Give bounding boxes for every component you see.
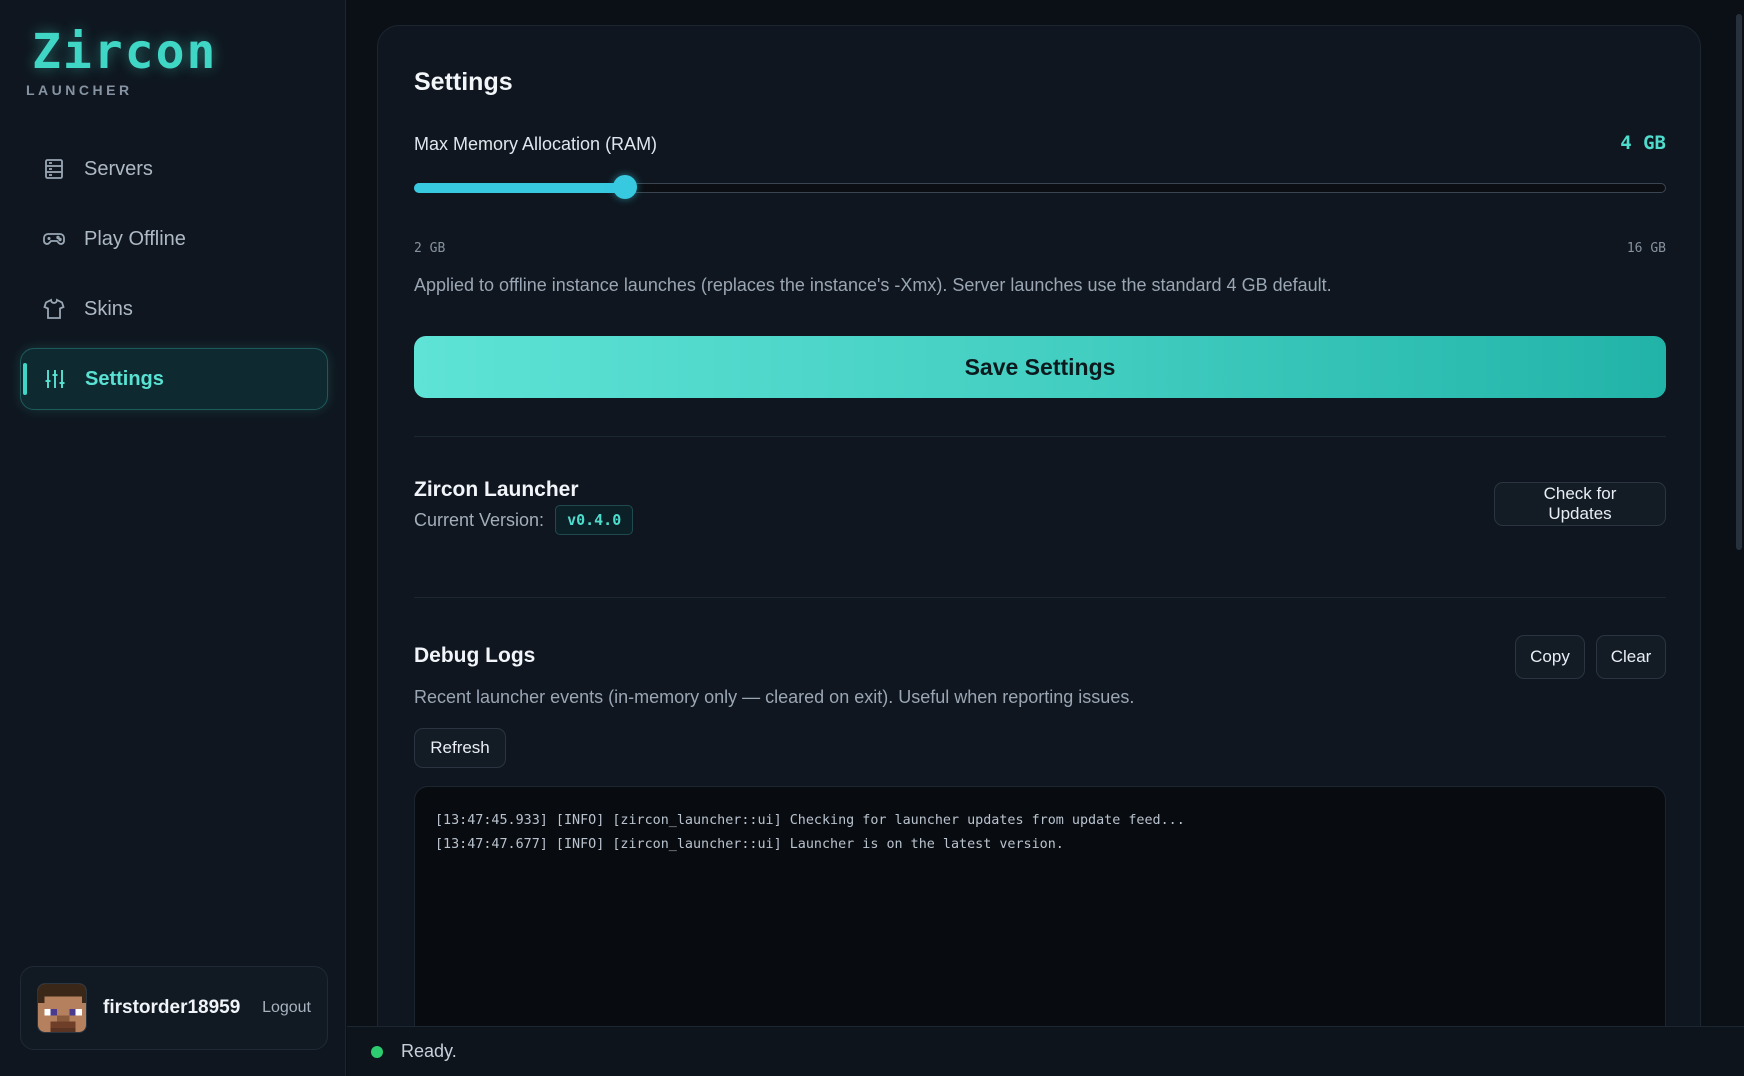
debug-logs-title: Debug Logs <box>414 644 536 667</box>
sliders-icon <box>43 367 67 391</box>
ram-value: 4 GB <box>1620 132 1666 154</box>
sidebar-item-label: Settings <box>85 367 164 390</box>
sidebar-item-label: Skins <box>84 297 133 320</box>
ram-min-label: 2 GB <box>414 241 446 256</box>
status-text: Ready. <box>401 1041 457 1061</box>
sidebar-item-servers[interactable]: Servers <box>20 138 328 200</box>
sidebar-item-label: Play Offline <box>84 227 186 250</box>
version-label: Current Version: <box>414 509 545 530</box>
gamepad-icon <box>42 227 66 251</box>
page-title: Settings <box>414 68 513 96</box>
refresh-logs-button[interactable]: Refresh <box>414 728 506 768</box>
brand-name: Zircon <box>32 24 218 80</box>
ram-label: Max Memory Allocation (RAM) <box>414 134 658 154</box>
clear-logs-button[interactable]: Clear <box>1596 635 1666 679</box>
divider <box>414 597 1666 598</box>
server-stack-icon <box>42 157 66 181</box>
ram-slider[interactable] <box>414 173 1666 201</box>
user-card: firstorder18959 Logout <box>20 966 328 1050</box>
slider-fill <box>414 183 626 193</box>
check-updates-button[interactable]: Check for Updates <box>1494 482 1666 526</box>
sidebar-item-label: Servers <box>84 157 153 180</box>
ram-help-text: Applied to offline instance launches (re… <box>414 275 1332 295</box>
about-title: Zircon Launcher <box>414 478 579 501</box>
sidebar-item-settings[interactable]: Settings <box>20 348 328 410</box>
scrollbar[interactable] <box>1736 14 1742 550</box>
status-bar: Ready. <box>347 1026 1744 1076</box>
copy-logs-button[interactable]: Copy <box>1515 635 1585 679</box>
main-content: Settings Max Memory Allocation (RAM) 4 G… <box>347 0 1744 1076</box>
active-indicator <box>23 363 27 395</box>
divider <box>414 436 1666 437</box>
log-line: [13:47:47.677] [INFO] [zircon_launcher::… <box>435 837 1064 852</box>
username: firstorder18959 <box>103 997 241 1018</box>
settings-card: Settings Max Memory Allocation (RAM) 4 G… <box>377 25 1701 1076</box>
status-indicator-icon <box>371 1045 383 1058</box>
sidebar-nav: Servers Play Offline Skins Settings <box>20 138 328 418</box>
version-row: Current Version: v0.4.0 <box>414 505 634 535</box>
log-line: [13:47:45.933] [INFO] [zircon_launcher::… <box>435 813 1185 828</box>
logout-button[interactable]: Logout <box>262 999 311 1017</box>
save-settings-button[interactable]: Save Settings <box>414 336 1666 398</box>
brand-subtitle: LAUNCHER <box>26 82 133 98</box>
slider-thumb[interactable] <box>613 175 638 199</box>
avatar <box>37 983 87 1033</box>
shirt-icon <box>42 297 66 321</box>
debug-logs-description: Recent launcher events (in-memory only —… <box>414 687 1135 707</box>
sidebar-item-play-offline[interactable]: Play Offline <box>20 208 328 270</box>
sidebar: Zircon LAUNCHER Servers Play Offline Ski… <box>0 0 346 1076</box>
ram-max-label: 16 GB <box>1626 241 1666 256</box>
app-window: Zircon LAUNCHER Servers Play Offline Ski… <box>0 0 1744 1076</box>
sidebar-item-skins[interactable]: Skins <box>20 278 328 340</box>
version-badge: v0.4.0 <box>555 505 634 535</box>
brand-logo: Zircon LAUNCHER <box>26 24 217 98</box>
